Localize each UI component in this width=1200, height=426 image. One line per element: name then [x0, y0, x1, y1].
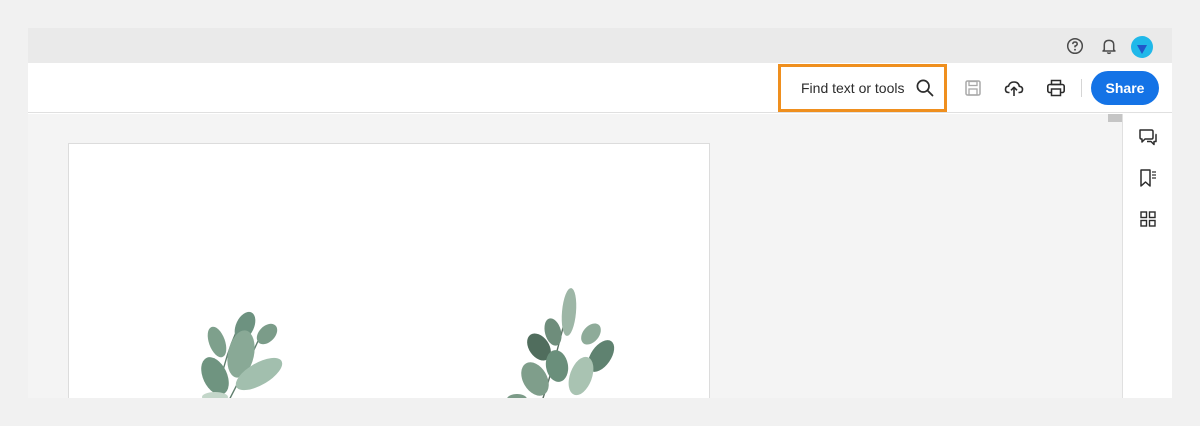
save-icon[interactable]: [962, 77, 984, 99]
find-text-or-tools-search[interactable]: Find text or tools: [778, 64, 947, 112]
share-button[interactable]: Share: [1091, 71, 1159, 105]
eucalyptus-illustration: [201, 288, 615, 398]
notification-bell-icon[interactable]: [1100, 37, 1118, 55]
app-window: Find text or tools Share: [28, 28, 1172, 398]
scrollbar-thumb[interactable]: [1108, 114, 1122, 122]
thumbnails-icon[interactable]: [1137, 208, 1159, 230]
toolbar-divider: [1081, 79, 1082, 97]
print-icon[interactable]: [1045, 77, 1067, 99]
help-icon[interactable]: [1066, 37, 1084, 55]
toolbar: Find text or tools Share: [28, 63, 1172, 113]
find-text-or-tools-label: Find text or tools: [801, 80, 905, 96]
top-bar: [28, 28, 1172, 63]
document-page[interactable]: [68, 143, 710, 398]
vertical-scrollbar[interactable]: [1108, 114, 1122, 398]
upload-cloud-icon[interactable]: [1003, 77, 1025, 99]
right-rail: [1122, 114, 1172, 398]
comment-icon[interactable]: [1137, 126, 1159, 148]
bookmarks-icon[interactable]: [1137, 167, 1159, 189]
document-canvas[interactable]: [28, 114, 1108, 398]
search-icon[interactable]: [915, 78, 935, 98]
user-avatar[interactable]: [1131, 36, 1153, 58]
